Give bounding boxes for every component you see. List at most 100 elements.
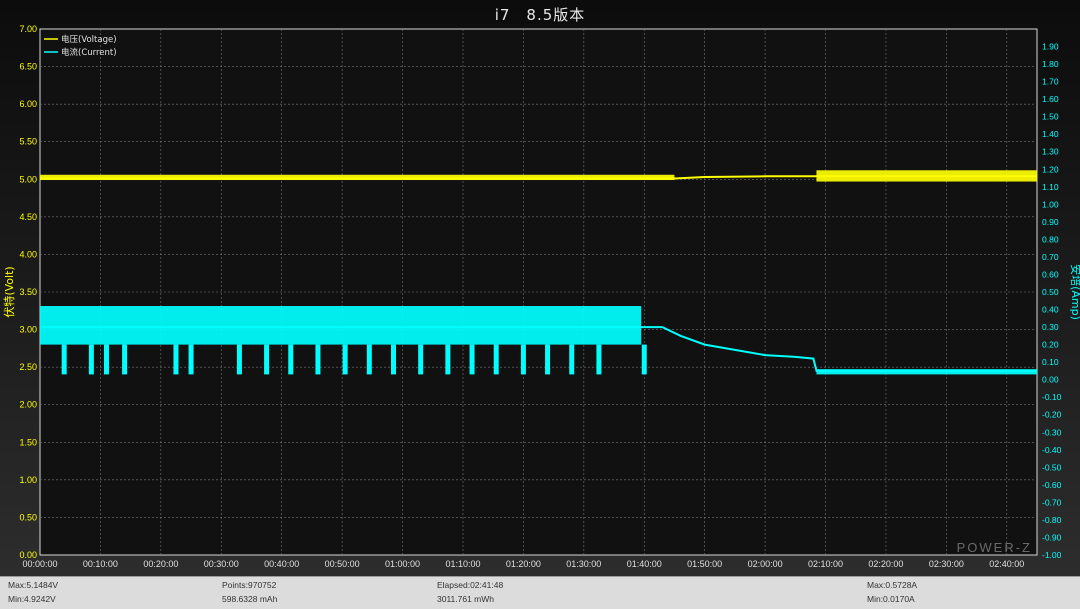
current-dip: [569, 344, 575, 375]
current-dip: [315, 344, 321, 375]
max-current: Max:0.5728A: [867, 580, 918, 590]
left-tick-label: 7.00: [19, 24, 37, 34]
right-tick-label: -0.90: [1042, 532, 1062, 542]
x-tick-label: 01:20:00: [506, 559, 541, 569]
left-axis-title: 伏特(Volt): [2, 266, 16, 317]
stats-footer: Max:5.1484V Min:4.9242V Points:970752 59…: [0, 576, 1080, 609]
x-tick-label: 00:30:00: [204, 559, 239, 569]
current-dip: [366, 344, 372, 375]
left-tick-label: 2.00: [19, 400, 37, 410]
x-tick-label: 00:10:00: [83, 559, 118, 569]
left-tick-label: 5.00: [19, 174, 37, 184]
right-tick-label: 0.10: [1042, 357, 1059, 367]
left-tick-label: 4.00: [19, 249, 37, 259]
chart-window: i7 8.5版本 0.00 0.50 1.00 1.50 2.00 2.50 3.00 3.5…: [0, 0, 1080, 609]
right-tick-label: 1.60: [1042, 94, 1059, 104]
right-tick-label: 1.70: [1042, 77, 1059, 87]
x-tick-label: 01:40:00: [627, 559, 662, 569]
points-count: Points:970752: [222, 580, 277, 590]
right-tick-label: 1.50: [1042, 112, 1059, 122]
right-tick-label: 0.30: [1042, 322, 1059, 332]
current-dip: [390, 344, 396, 375]
right-tick-label: -0.50: [1042, 462, 1062, 472]
left-tick-label: 4.50: [19, 212, 37, 222]
capacity: 598.6328 mAh: [222, 594, 278, 604]
current-dip: [88, 344, 94, 375]
x-tick-label: 02:00:00: [748, 559, 783, 569]
right-tick-label: 1.20: [1042, 164, 1059, 174]
min-current: Min:0.0170A: [867, 594, 915, 604]
current-dip: [103, 344, 109, 375]
left-tick-label: 0.50: [19, 512, 37, 522]
x-tick-label: 01:00:00: [385, 559, 420, 569]
current-dip: [264, 344, 270, 375]
energy: 3011.761 mWh: [437, 594, 495, 604]
right-tick-label: -0.80: [1042, 515, 1062, 525]
legend-label: 电流(Current): [61, 47, 117, 58]
voltage-current-chart: 0.00 0.50 1.00 1.50 2.00 2.50 3.00 3.50 4.00 4.50…: [2, 24, 1080, 569]
left-tick-label: 3.00: [19, 325, 37, 335]
left-tick-label: 1.00: [19, 475, 37, 485]
right-tick-label: -1.00: [1042, 550, 1062, 560]
left-tick-label: 5.50: [19, 137, 37, 147]
left-tick-label: 6.50: [19, 62, 37, 72]
x-tick-label: 02:20:00: [868, 559, 903, 569]
right-tick-label: 0.70: [1042, 252, 1059, 262]
current-dip: [122, 344, 128, 375]
current-dip: [469, 344, 475, 375]
current-dip: [418, 344, 424, 375]
current-dip: [188, 344, 194, 375]
right-tick-label: -0.70: [1042, 497, 1062, 507]
right-tick-label: 0.80: [1042, 234, 1059, 244]
right-tick-label: 0.20: [1042, 340, 1059, 350]
current-dip: [545, 344, 551, 375]
x-tick-label: 02:40:00: [989, 559, 1024, 569]
current-dip: [493, 344, 499, 375]
left-tick-label: 6.00: [19, 99, 37, 109]
right-tick-label: -0.30: [1042, 427, 1062, 437]
right-tick-label: 1.90: [1042, 42, 1059, 52]
current-dip: [61, 344, 67, 375]
right-tick-label: 0.40: [1042, 305, 1059, 315]
current-dip: [288, 344, 294, 375]
right-tick-label: -0.60: [1042, 480, 1062, 490]
x-tick-label: 00:40:00: [264, 559, 299, 569]
series-band: [40, 306, 642, 345]
right-tick-label: 0.90: [1042, 217, 1059, 227]
x-tick-label: 00:50:00: [325, 559, 360, 569]
right-tick-label: -0.40: [1042, 445, 1062, 455]
min-voltage: Min:4.9242V: [8, 594, 56, 604]
right-tick-label: 1.10: [1042, 182, 1059, 192]
x-tick-label: 00:00:00: [22, 559, 57, 569]
right-axis-title: 安培(Amp): [1069, 264, 1080, 320]
right-tick-label: 0.00: [1042, 375, 1059, 385]
right-tick-label: 0.60: [1042, 269, 1059, 279]
left-tick-label: 3.50: [19, 287, 37, 297]
current-dip: [520, 344, 526, 375]
current-dip: [173, 344, 179, 375]
left-tick-label: 2.50: [19, 362, 37, 372]
legend-label: 电压(Voltage): [61, 34, 117, 45]
x-tick-label: 02:10:00: [808, 559, 843, 569]
max-voltage: Max:5.1484V: [8, 580, 59, 590]
right-tick-label: 1.30: [1042, 147, 1059, 157]
right-tick-label: 1.00: [1042, 199, 1059, 209]
right-tick-label: -0.20: [1042, 410, 1062, 420]
x-tick-label: 01:30:00: [566, 559, 601, 569]
current-dip: [596, 344, 602, 375]
x-tick-label: 00:20:00: [143, 559, 178, 569]
left-tick-label: 1.50: [19, 437, 37, 447]
x-tick-label: 01:50:00: [687, 559, 722, 569]
right-tick-label: 1.40: [1042, 129, 1059, 139]
x-tick-label: 01:10:00: [445, 559, 480, 569]
x-tick-label: 02:30:00: [929, 559, 964, 569]
current-dip: [445, 344, 451, 375]
current-dip: [236, 344, 242, 375]
right-tick-label: 1.80: [1042, 59, 1059, 69]
current-dip: [342, 344, 348, 375]
right-tick-label: 0.50: [1042, 287, 1059, 297]
elapsed-time: Elapsed:02:41:48: [437, 580, 504, 590]
current-dip: [641, 344, 647, 375]
right-tick-label: -0.10: [1042, 392, 1062, 402]
brand-watermark: POWER-Z: [956, 540, 1032, 555]
